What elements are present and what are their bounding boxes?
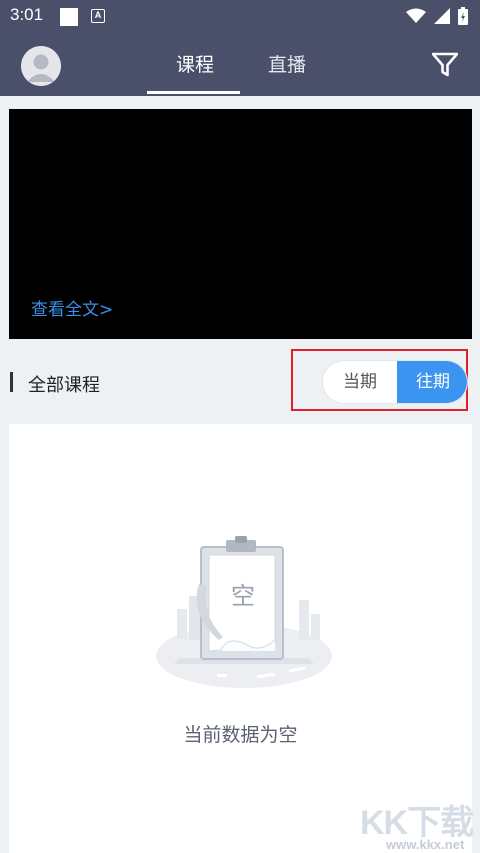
- status-icons: [406, 7, 468, 25]
- view-full-text-link[interactable]: 查看全文>: [31, 295, 113, 320]
- status-bar: 3:01 A: [0, 0, 480, 32]
- battery-icon: [458, 7, 468, 25]
- empty-clipboard-icon: 空: [156, 536, 332, 688]
- tab-courses[interactable]: 课程: [176, 50, 214, 77]
- status-time: 3:01: [10, 5, 44, 24]
- watermark-logo: KK下载 www.kkx.net: [356, 795, 480, 853]
- signal-icon: [434, 8, 450, 24]
- active-tab-indicator: [147, 91, 240, 94]
- app-header: 3:01 A 课程 直播: [0, 0, 480, 96]
- user-icon: [21, 46, 61, 86]
- wifi-icon: [406, 8, 426, 23]
- filter-icon[interactable]: [432, 52, 458, 78]
- section-marker: [10, 372, 13, 392]
- course-section-header: 全部课程 当期 往期: [0, 349, 480, 416]
- avatar[interactable]: [21, 46, 61, 86]
- course-list: 空 当前数据为空: [9, 424, 472, 853]
- period-toggle: 当期 往期: [322, 360, 468, 404]
- section-title: 全部课程: [28, 375, 100, 396]
- toggle-past-period[interactable]: 往期: [397, 361, 467, 403]
- watermark-url: www.kkx.net: [386, 837, 465, 852]
- video-player[interactable]: 查看全文>: [9, 109, 472, 339]
- notification-a-icon: A: [91, 9, 105, 23]
- empty-state-message: 当前数据为空: [183, 724, 298, 746]
- toggle-current-period[interactable]: 当期: [323, 361, 397, 403]
- tab-live[interactable]: 直播: [268, 50, 306, 77]
- empty-illustration-text: 空: [231, 582, 255, 610]
- notification-icon: [60, 8, 78, 26]
